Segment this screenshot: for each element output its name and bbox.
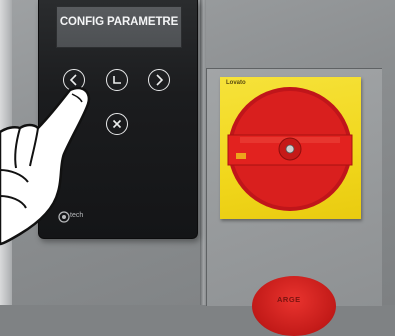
next-button[interactable] (148, 69, 170, 91)
screen-title: CONFIG PARAMETRE (59, 16, 179, 28)
emergency-stop-button[interactable] (252, 276, 336, 336)
close-icon (112, 119, 122, 129)
rotary-switch[interactable] (220, 77, 361, 219)
pointing-hand (0, 86, 91, 246)
return-icon (113, 76, 121, 84)
hmi-display: CONFIG PARAMETRE (56, 6, 182, 48)
chevron-right-icon (156, 74, 164, 86)
knob-screw-icon (285, 144, 295, 154)
cancel-button[interactable] (106, 113, 128, 135)
enter-button[interactable] (106, 69, 128, 91)
estop-label: ARGE (277, 295, 301, 304)
